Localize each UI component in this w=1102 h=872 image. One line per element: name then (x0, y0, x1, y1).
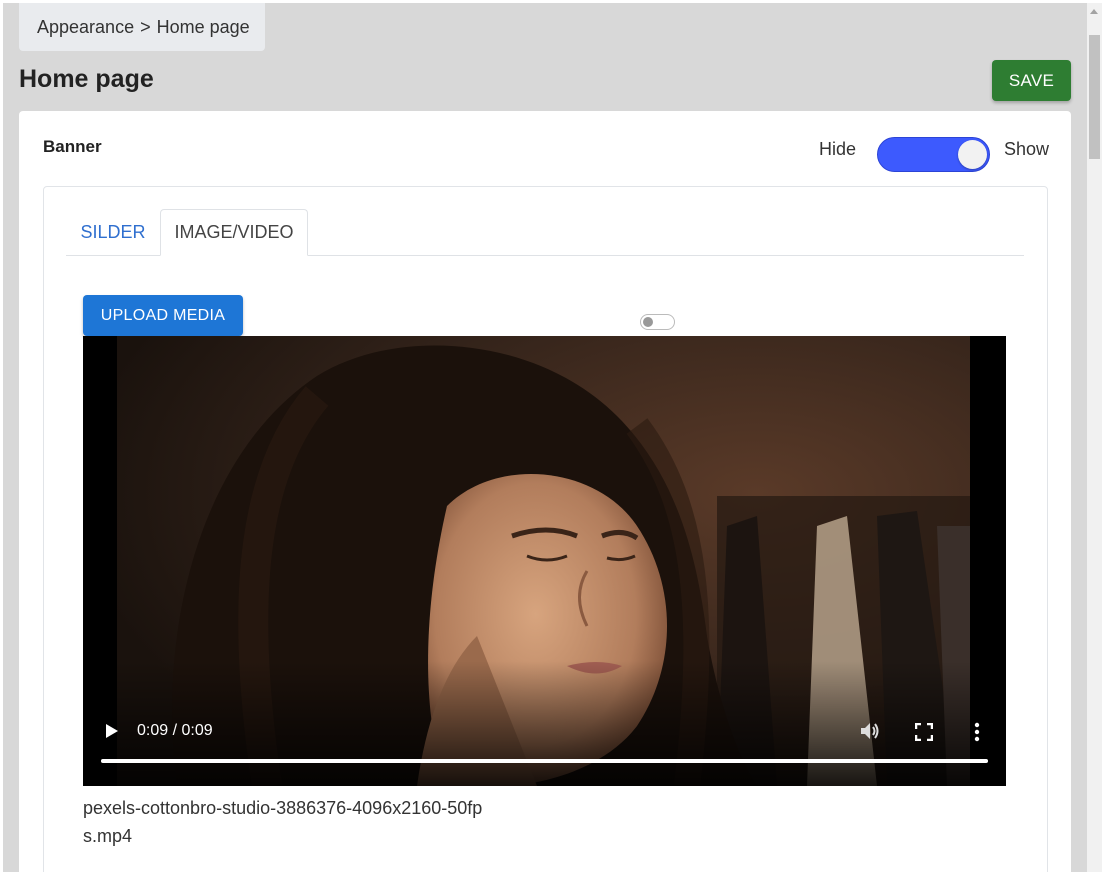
switch-knob (958, 140, 987, 169)
media-toggle[interactable] (640, 314, 675, 330)
show-label: Show (1004, 139, 1050, 159)
tab-slider[interactable]: SILDER (66, 209, 160, 255)
breadcrumb-section[interactable]: Appearance (37, 17, 134, 38)
app-viewport: Appearance > Home page Home page SAVE Ba… (3, 3, 1087, 872)
upload-media-button[interactable]: UPLOAD MEDIA (83, 295, 243, 336)
media-filename: pexels-cottonbro-studio-3886376-4096x216… (83, 798, 483, 846)
hide-label: Hide (819, 139, 857, 159)
video-player[interactable]: 0:09 / 0:09 (83, 336, 1006, 786)
volume-icon[interactable] (859, 721, 881, 741)
media-toggle-knob (643, 317, 653, 327)
banner-tabs: SILDER IMAGE/VIDEO (66, 209, 1024, 256)
fullscreen-icon[interactable] (915, 723, 933, 741)
more-options-icon[interactable] (974, 722, 980, 742)
breadcrumb-separator: > (140, 16, 151, 37)
banner-media-panel: SILDER IMAGE/VIDEO UPLOAD MEDIA 0:09 / 0… (43, 186, 1048, 872)
video-progress-fill (101, 759, 988, 763)
vertical-scrollbar[interactable] (1087, 3, 1102, 872)
video-time: 0:09 / 0:09 (137, 722, 213, 739)
video-progress-track[interactable] (101, 759, 988, 763)
breadcrumb: Appearance > Home page (19, 3, 265, 51)
window-top-edge (0, 0, 1102, 3)
breadcrumb-current: Home page (156, 16, 250, 37)
banner-card: Banner Hide Show SILDER IMAGE/VIDEO UPLO… (19, 111, 1071, 872)
window-left-edge (0, 0, 3, 872)
banner-label: Banner (43, 137, 102, 156)
scrollbar-thumb[interactable] (1089, 35, 1100, 159)
page-title: Home page (19, 65, 154, 93)
scroll-up-arrow-icon[interactable] (1090, 9, 1098, 14)
tab-image-video[interactable]: IMAGE/VIDEO (160, 209, 308, 256)
play-icon[interactable] (105, 723, 119, 739)
save-button[interactable]: SAVE (992, 60, 1071, 101)
banner-visibility-switch[interactable] (877, 137, 990, 172)
